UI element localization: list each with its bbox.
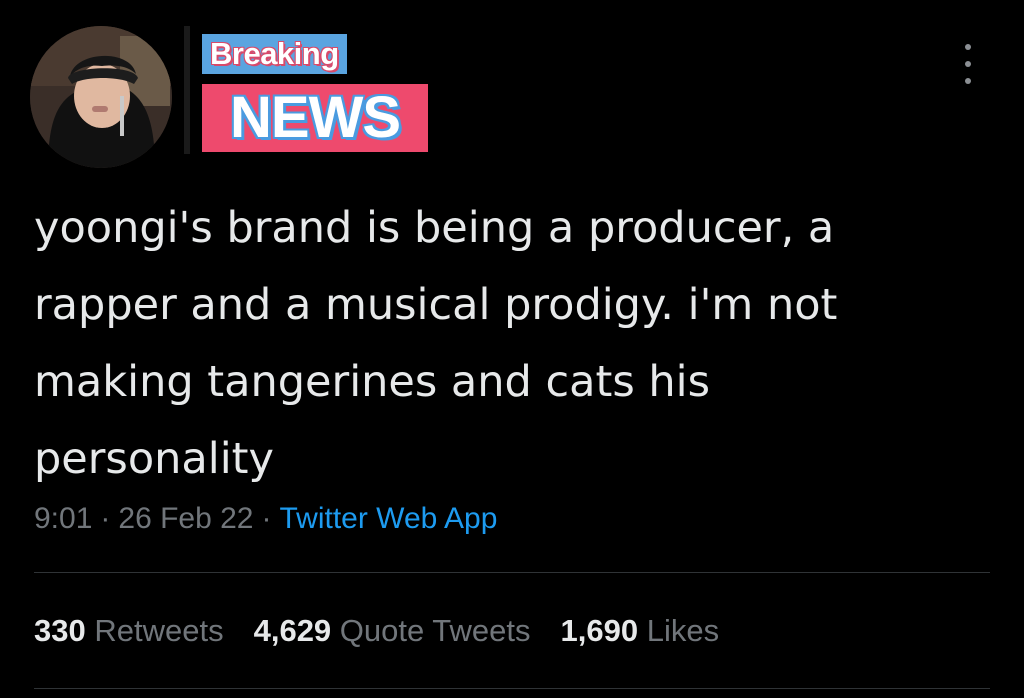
tweet-meta: 9:01 · 26 Feb 22 · Twitter Web App	[34, 494, 497, 544]
breaking-news-badge: Breaking NEWS	[184, 26, 434, 156]
tweet-source-link[interactable]: Twitter Web App	[280, 502, 498, 535]
divider	[34, 688, 990, 689]
quote-tweets-count: 4,629	[253, 613, 332, 648]
quote-tweets-label: Quote Tweets	[339, 613, 531, 648]
user-avatar-photo	[30, 26, 172, 168]
retweets-label: Retweets	[94, 613, 224, 648]
avatar[interactable]	[30, 26, 172, 168]
likes-label: Likes	[646, 613, 720, 648]
retweets-count: 330	[34, 613, 86, 648]
quote-tweets-stat[interactable]: 4,629 Quote Tweets	[254, 604, 531, 658]
likes-stat[interactable]: 1,690 Likes	[561, 604, 720, 658]
badge-news-label: NEWS	[202, 84, 428, 152]
likes-count: 1,690	[560, 613, 639, 648]
tweet-date[interactable]: 26 Feb 22	[118, 502, 253, 535]
badge-divider	[184, 26, 190, 154]
divider	[34, 572, 990, 573]
more-vertical-icon[interactable]	[958, 44, 978, 84]
meta-separator: ·	[261, 502, 272, 535]
tweet-stats: 330 Retweets 4,629 Quote Tweets 1,690 Li…	[34, 604, 719, 658]
tweet-text: yoongi's brand is being a producer, a ra…	[34, 203, 838, 484]
retweets-stat[interactable]: 330 Retweets	[34, 604, 224, 658]
tweet-time[interactable]: 9:01	[34, 502, 92, 535]
meta-separator: ·	[100, 502, 111, 535]
badge-breaking-label: Breaking	[202, 34, 347, 74]
